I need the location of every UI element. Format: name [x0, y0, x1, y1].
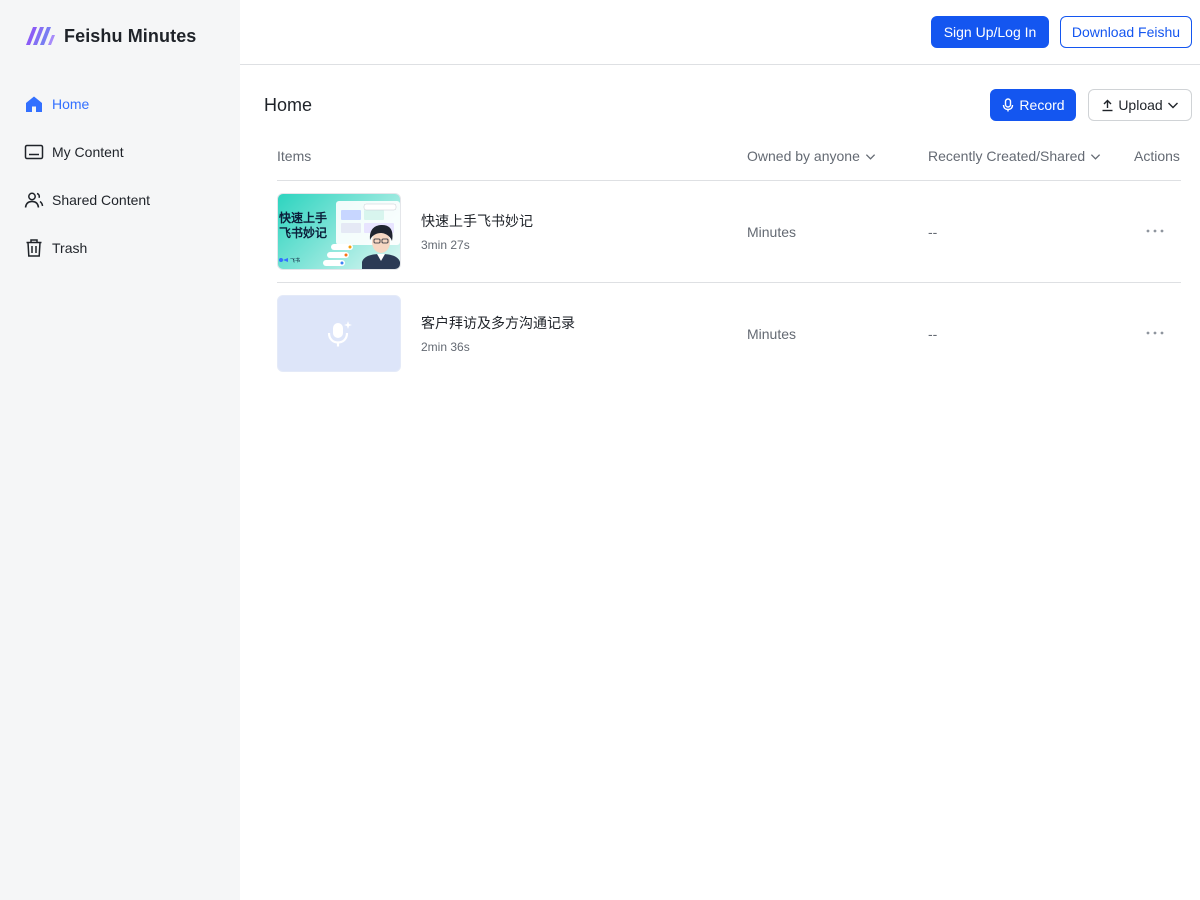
item-title[interactable]: 快速上手飞书妙记 — [421, 211, 533, 231]
item-title[interactable]: 客户拜访及多方沟通记录 — [421, 313, 575, 333]
sidebar-item-trash[interactable]: Trash — [0, 224, 240, 272]
thumbnail-title: 快速上手 飞书妙记 — [279, 211, 328, 240]
upload-button[interactable]: Upload — [1088, 89, 1192, 121]
brand[interactable]: Feishu Minutes — [24, 22, 196, 50]
item-duration: 3min 27s — [421, 238, 470, 252]
page-title: Home — [264, 95, 313, 115]
sidebar-nav: Home My Content Shared Content Trash — [0, 80, 240, 272]
record-label: Record — [1019, 97, 1065, 113]
sidebar: Feishu Minutes Home My Content Shared Co… — [0, 0, 240, 900]
more-actions-icon[interactable] — [1143, 219, 1167, 243]
home-icon — [24, 94, 44, 114]
table-row[interactable]: 飞书 快速上手 飞书妙记 快速上手飞书妙记 3min 27s Minutes -… — [277, 181, 1181, 283]
more-actions-icon[interactable] — [1143, 321, 1167, 345]
table-header: Items Owned by anyone Recently Created/S… — [277, 140, 1181, 181]
column-header-items: Items — [277, 148, 312, 164]
download-feishu-button[interactable]: Download Feishu — [1060, 16, 1192, 48]
users-icon — [24, 190, 44, 210]
chevron-down-icon — [1090, 151, 1101, 162]
sidebar-item-shared-content[interactable]: Shared Content — [0, 176, 240, 224]
folder-icon — [24, 142, 44, 162]
record-button[interactable]: Record — [990, 89, 1076, 121]
item-type: Minutes — [747, 326, 797, 342]
sidebar-item-label: Trash — [52, 240, 88, 256]
audio-thumbnail[interactable] — [277, 295, 401, 372]
column-header-actions: Actions — [1134, 148, 1180, 164]
item-type: Minutes — [747, 224, 797, 240]
microphone-icon — [326, 320, 352, 348]
microphone-icon — [1001, 98, 1015, 112]
chevron-down-icon — [1167, 99, 1179, 111]
feishu-minutes-logo-icon — [24, 23, 56, 49]
table-row[interactable]: 客户拜访及多方沟通记录 2min 36s Minutes -- — [277, 283, 1181, 385]
video-thumbnail[interactable]: 飞书 快速上手 飞书妙记 — [277, 193, 401, 270]
sidebar-item-my-content[interactable]: My Content — [0, 128, 240, 176]
svg-text:飞书: 飞书 — [290, 257, 300, 264]
item-duration: 2min 36s — [421, 340, 470, 354]
sort-recent-label: Recently Created/Shared — [928, 148, 1086, 164]
upload-icon — [1101, 99, 1114, 112]
sidebar-item-home[interactable]: Home — [0, 80, 240, 128]
sidebar-item-label: Shared Content — [52, 192, 151, 208]
sidebar-item-label: Home — [52, 96, 90, 112]
owner-filter-dropdown[interactable]: Owned by anyone — [747, 148, 876, 164]
chevron-down-icon — [865, 151, 876, 162]
owner-filter-label: Owned by anyone — [747, 148, 860, 164]
top-bar: Sign Up/Log In Download Feishu — [240, 0, 1200, 65]
item-recent: -- — [928, 224, 938, 240]
app-name: Feishu Minutes — [64, 25, 197, 46]
sort-recent-dropdown[interactable]: Recently Created/Shared — [928, 148, 1101, 164]
item-recent: -- — [928, 326, 938, 342]
sidebar-item-label: My Content — [52, 144, 124, 160]
trash-icon — [24, 238, 44, 258]
upload-label: Upload — [1118, 97, 1163, 113]
sign-up-login-button[interactable]: Sign Up/Log In — [931, 16, 1049, 48]
